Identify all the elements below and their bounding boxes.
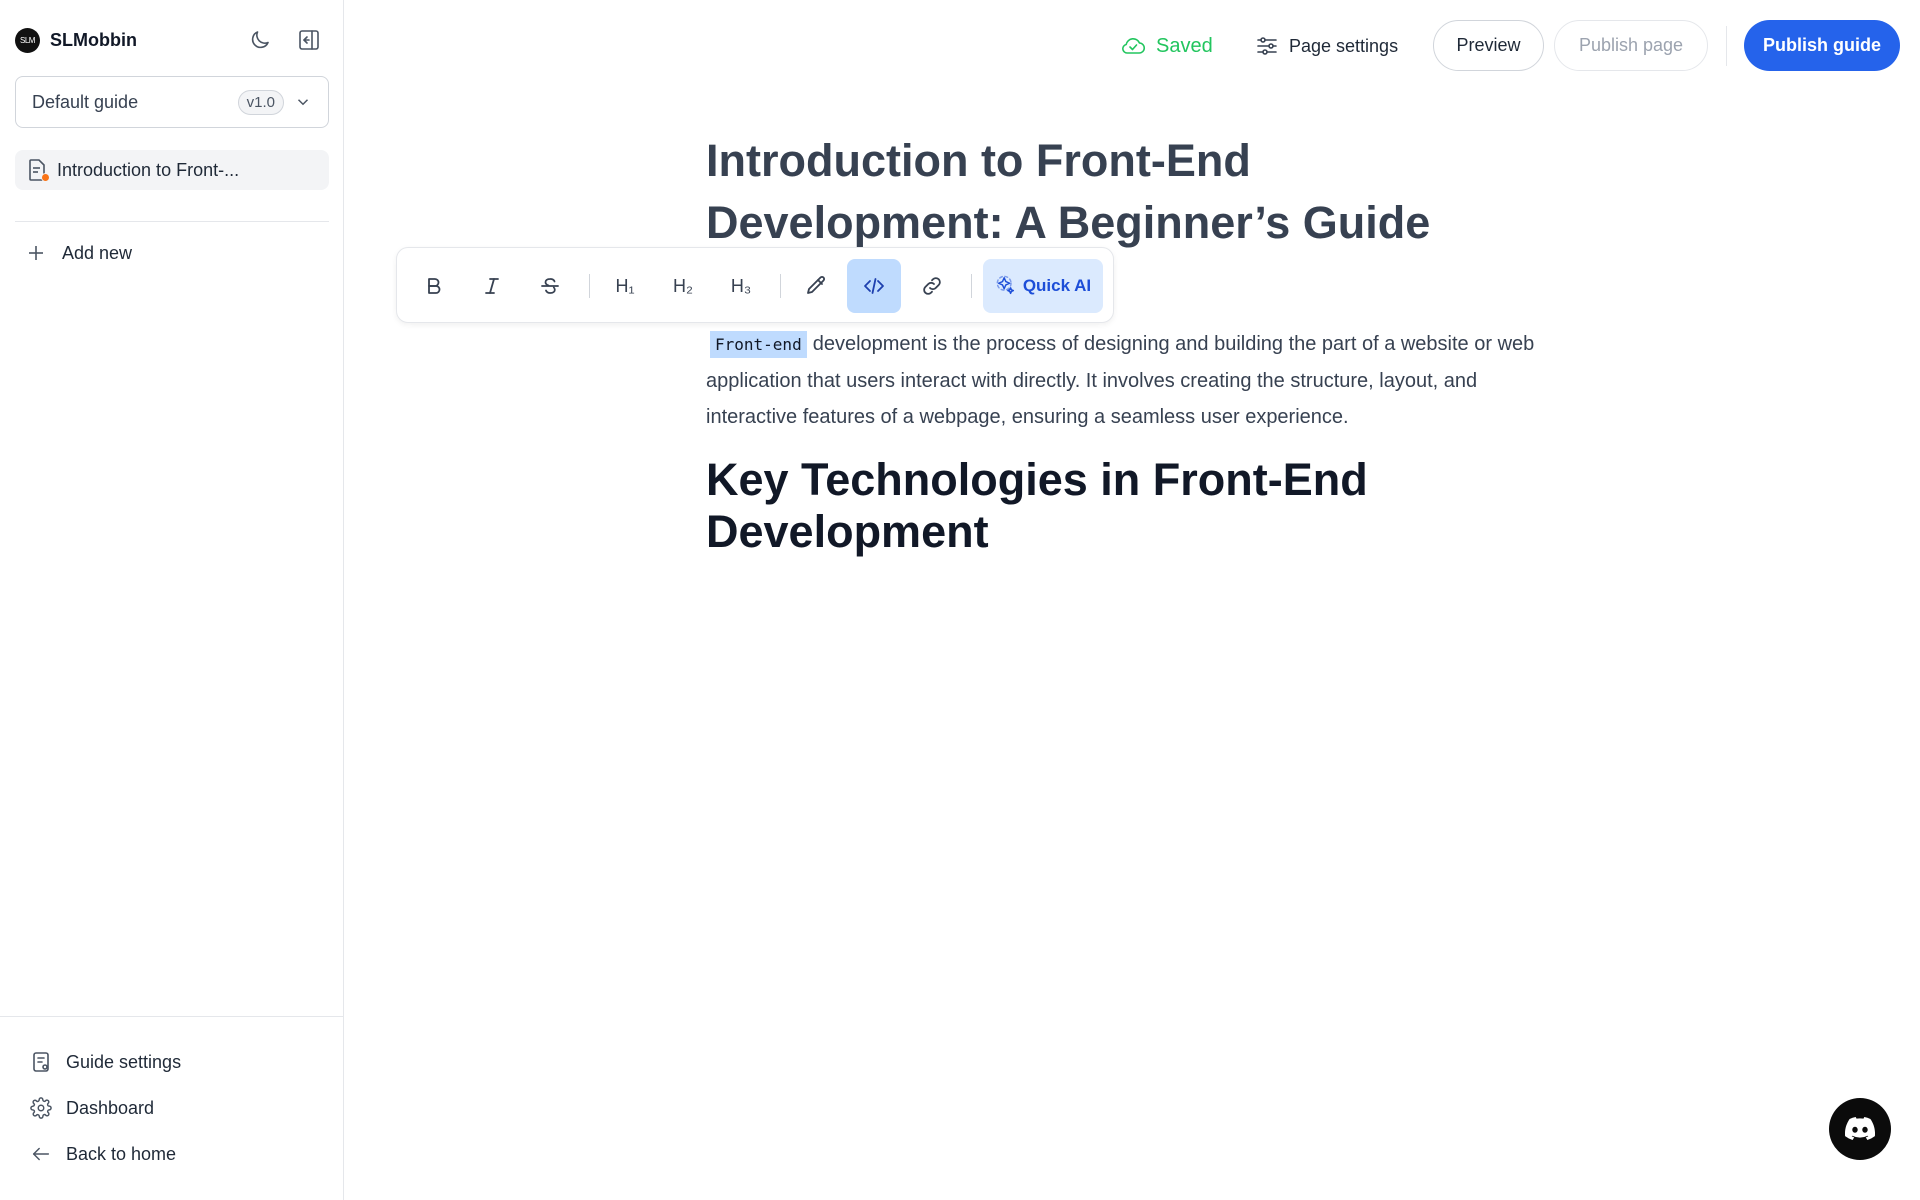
brand[interactable]: SLM SLMobbin: [15, 28, 137, 53]
cloud-check-icon: [1122, 37, 1146, 54]
strikethrough-button[interactable]: [523, 259, 577, 313]
toolbar-separator: [971, 274, 972, 298]
italic-icon: [485, 278, 499, 294]
sidebar-divider: [15, 221, 329, 222]
plus-icon: [29, 246, 43, 260]
sidebar: SLM SLMobbin Default guide v1.0 Introduc…: [0, 0, 344, 1200]
unsaved-status-dot: [41, 173, 50, 182]
sparkle-icon: [996, 275, 1014, 295]
document-title[interactable]: Introduction to Front-End Development: A…: [706, 130, 1486, 254]
guide-settings-icon: [33, 1052, 49, 1072]
section-heading[interactable]: Key Technologies in Front-End Developmen…: [706, 454, 1566, 558]
code-button[interactable]: [847, 259, 901, 313]
topbar-divider: [1726, 26, 1727, 66]
add-new-button[interactable]: Add new: [26, 240, 132, 266]
saved-label: Saved: [1156, 34, 1213, 57]
guide-select[interactable]: Default guide v1.0: [15, 76, 329, 128]
brand-logo: SLM: [15, 28, 40, 53]
collapse-sidebar-icon: [299, 30, 319, 50]
dashboard-link[interactable]: Dashboard: [30, 1095, 154, 1121]
heading-3-button[interactable]: H₃: [714, 259, 768, 313]
sidebar-page-item[interactable]: Introduction to Front-...: [15, 150, 329, 190]
guide-select-label: Default guide: [32, 91, 139, 112]
add-new-label: Add new: [62, 242, 133, 263]
dashboard-label: Dashboard: [66, 1097, 155, 1118]
quick-ai-button[interactable]: Quick AI: [983, 259, 1103, 313]
document-icon: [27, 159, 50, 182]
theme-toggle-button[interactable]: [244, 24, 276, 56]
publish-page-button[interactable]: Publish page: [1554, 20, 1708, 71]
chevron-down-icon: [297, 99, 309, 106]
page-settings-label: Page settings: [1289, 35, 1399, 56]
guide-settings-link[interactable]: Guide settings: [30, 1049, 181, 1075]
bold-button[interactable]: [407, 259, 461, 313]
sidebar-bottom-divider: [0, 1016, 344, 1017]
back-to-home-label: Back to home: [66, 1143, 177, 1164]
heading-1-button[interactable]: H₁: [598, 259, 652, 313]
discord-chat-button[interactable]: [1829, 1098, 1891, 1160]
link-icon: [923, 277, 941, 295]
back-to-home-link[interactable]: Back to home: [30, 1141, 176, 1167]
inline-code-selection[interactable]: Front-end: [710, 331, 807, 358]
bold-icon: [428, 278, 441, 294]
highlight-button[interactable]: [789, 259, 843, 313]
formatting-toolbar: H₁ H₂ H₃ Quick AI: [396, 247, 1114, 323]
pencil-icon: [807, 276, 825, 294]
gear-icon: [30, 1097, 52, 1119]
brand-name: SLMobbin: [50, 30, 137, 50]
collapse-sidebar-button[interactable]: [293, 24, 325, 56]
moon-icon: [251, 31, 269, 49]
italic-button[interactable]: [465, 259, 519, 313]
toolbar-separator: [589, 274, 590, 298]
code-icon: [864, 278, 884, 294]
version-badge: v1.0: [237, 89, 284, 115]
toolbar-separator: [780, 274, 781, 298]
sliders-icon: [1257, 37, 1277, 55]
quick-ai-label: Quick AI: [1022, 276, 1092, 295]
link-button[interactable]: [905, 259, 959, 313]
saved-status: Saved: [1120, 32, 1213, 60]
document-paragraph[interactable]: Front-end development is the process of d…: [706, 326, 1566, 435]
page-settings-button[interactable]: Page settings: [1255, 30, 1398, 62]
sidebar-page-label: Introduction to Front-...: [57, 159, 240, 180]
strikethrough-icon: [541, 278, 559, 294]
discord-icon: [1845, 1117, 1875, 1140]
arrow-left-icon: [32, 1147, 50, 1161]
preview-button[interactable]: Preview: [1433, 20, 1544, 71]
publish-guide-button[interactable]: Publish guide: [1744, 20, 1900, 71]
heading-2-button[interactable]: H₂: [656, 259, 710, 313]
paragraph-text: development is the process of designing …: [706, 333, 1535, 428]
guide-settings-label: Guide settings: [66, 1051, 182, 1072]
